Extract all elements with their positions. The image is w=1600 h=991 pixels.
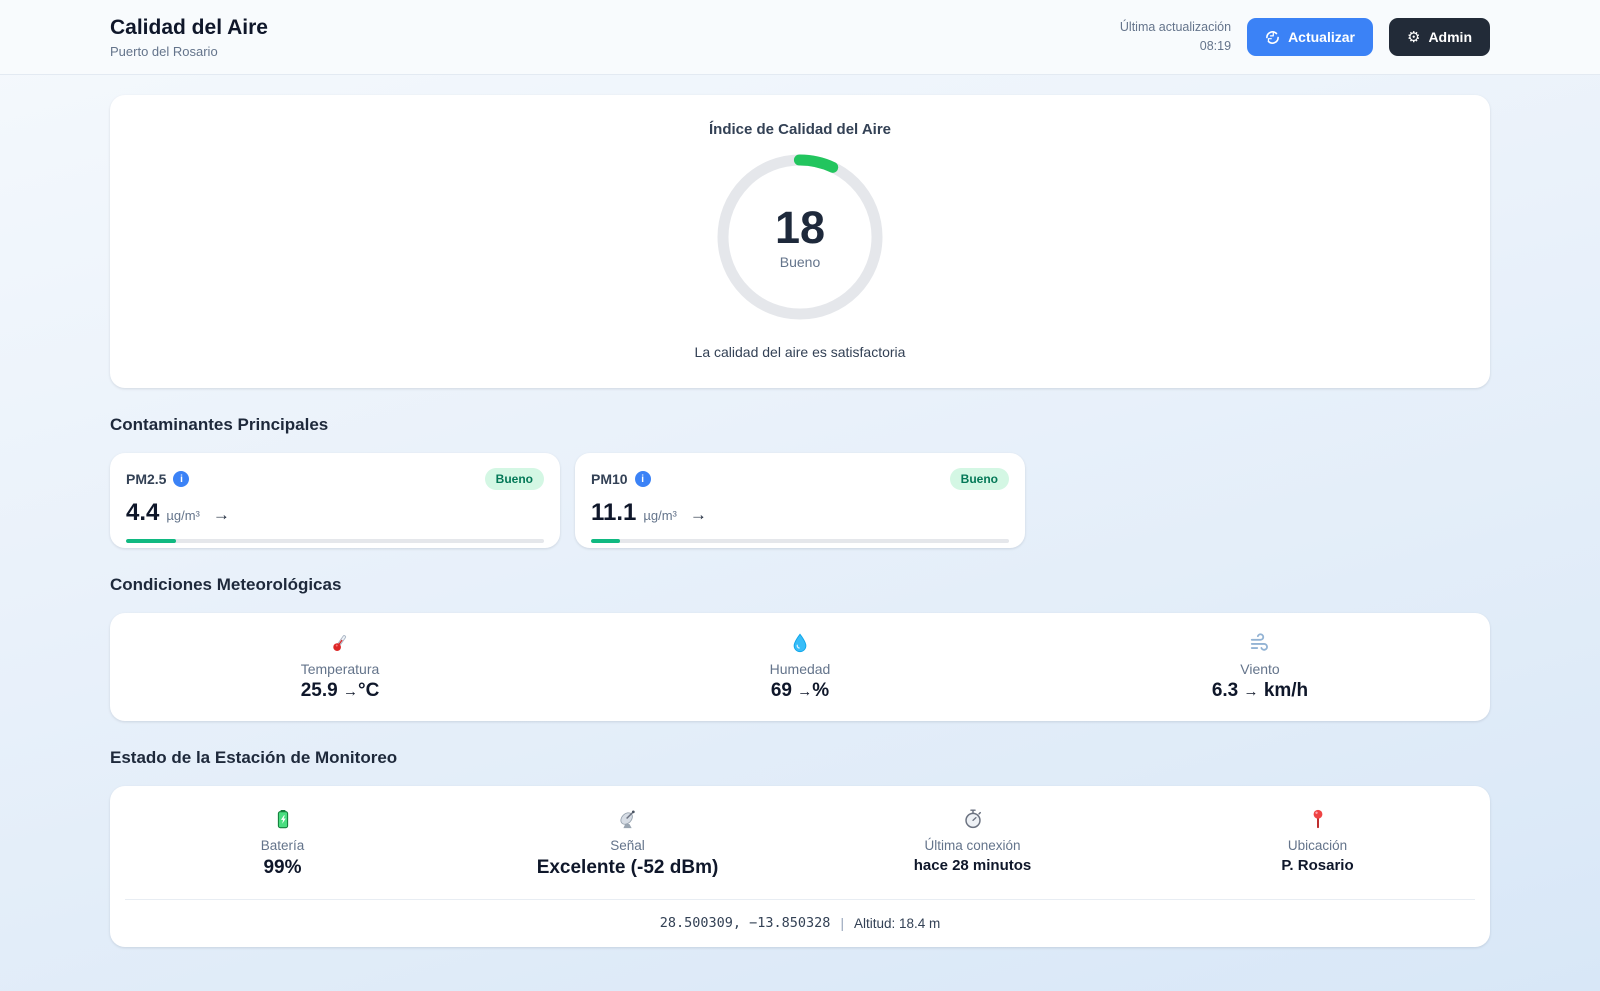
station-label: Señal	[455, 838, 800, 853]
status-badge: Bueno	[950, 468, 1009, 490]
pollutant-unit: µg/m³	[166, 508, 200, 523]
refresh-button-label: Actualizar	[1288, 29, 1355, 45]
status-badge: Bueno	[485, 468, 544, 490]
weather-card: Temperatura 25.9 →°C Humedad 69 →%	[110, 613, 1490, 721]
droplet-icon	[570, 632, 1030, 656]
satellite-icon	[455, 808, 800, 832]
section-title-station: Estado de la Estación de Monitoreo	[110, 748, 1490, 768]
station-label: Ubicación	[1145, 838, 1490, 853]
pollutant-progress-fill	[591, 539, 620, 543]
station-coordinates: 28.500309, −13.850328 | Altitud: 18.4 m	[110, 900, 1490, 947]
pollutant-card-pm10[interactable]: PM10 i Bueno 11.1 µg/m³ →	[575, 453, 1025, 548]
trend-arrow-icon: →	[343, 683, 358, 700]
station-value: Excelente (-52 dBm)	[455, 857, 800, 879]
last-update-time: 08:19	[1120, 37, 1231, 56]
battery-icon	[110, 808, 455, 832]
aqi-category: Bueno	[780, 254, 820, 270]
station-item-battery: Batería 99%	[110, 808, 455, 879]
trend-arrow-icon: →	[690, 505, 707, 525]
refresh-icon	[1265, 30, 1280, 45]
thermometer-icon	[110, 632, 570, 656]
weather-item-temperature: Temperatura 25.9 →°C	[110, 632, 570, 702]
weather-value: 6.3 → km/h	[1030, 680, 1490, 702]
pollutant-progress-fill	[126, 539, 176, 543]
aqi-card: Índice de Calidad del Aire 18 Bueno La c…	[110, 95, 1490, 388]
station-value: P. Rosario	[1145, 857, 1490, 874]
admin-button-label: Admin	[1428, 29, 1472, 45]
weather-label: Temperatura	[110, 661, 570, 677]
pollutant-name: PM2.5	[126, 471, 166, 487]
trend-arrow-icon: →	[213, 505, 230, 525]
coordinates-separator: |	[840, 916, 844, 931]
info-icon[interactable]: i	[173, 471, 189, 487]
pollutant-progress-track	[591, 539, 1009, 543]
weather-item-wind: Viento 6.3 → km/h	[1030, 632, 1490, 702]
station-value: 99%	[110, 857, 455, 879]
coordinates-value: 28.500309, −13.850328	[660, 915, 831, 931]
app-header: Calidad del Aire Puerto del Rosario Últi…	[0, 0, 1600, 75]
weather-item-humidity: Humedad 69 →%	[570, 632, 1030, 702]
page-title: Calidad del Aire	[110, 15, 268, 41]
station-item-location: Ubicación P. Rosario	[1145, 808, 1490, 879]
pollutant-name: PM10	[591, 471, 628, 487]
gear-icon: ⚙	[1407, 30, 1420, 45]
pollutant-unit: µg/m³	[643, 508, 677, 523]
trend-arrow-icon: →	[797, 683, 812, 700]
pollutant-value: 4.4	[126, 499, 159, 527]
weather-label: Viento	[1030, 661, 1490, 677]
aqi-value: 18	[775, 204, 825, 251]
station-label: Batería	[110, 838, 455, 853]
stopwatch-icon	[800, 808, 1145, 832]
station-card: Batería 99% Señal Excelente (-52 dBm)	[110, 786, 1490, 947]
station-item-last-connection: Última conexión hace 28 minutos	[800, 808, 1145, 879]
page-subtitle: Puerto del Rosario	[110, 44, 268, 59]
header-titles: Calidad del Aire Puerto del Rosario	[110, 15, 268, 58]
last-update-label: Última actualización	[1120, 18, 1231, 37]
aqi-gauge: 18 Bueno	[715, 152, 885, 322]
pollutant-progress-track	[126, 539, 544, 543]
admin-button[interactable]: ⚙ Admin	[1389, 18, 1490, 56]
station-value: hace 28 minutos	[800, 857, 1145, 874]
pollutant-value: 11.1	[591, 499, 636, 527]
refresh-button[interactable]: Actualizar	[1247, 18, 1373, 56]
station-label: Última conexión	[800, 838, 1145, 853]
wind-icon	[1030, 632, 1490, 656]
pollutant-grid: PM2.5 i Bueno 4.4 µg/m³ → PM10 i Bueno	[110, 453, 1490, 548]
weather-label: Humedad	[570, 661, 1030, 677]
weather-value: 25.9 →°C	[110, 680, 570, 702]
aqi-description: La calidad del aire es satisfactoria	[695, 344, 906, 360]
pollutant-card-pm25[interactable]: PM2.5 i Bueno 4.4 µg/m³ →	[110, 453, 560, 548]
section-title-pollutants: Contaminantes Principales	[110, 415, 1490, 435]
altitude-value: Altitud: 18.4 m	[854, 916, 940, 931]
info-icon[interactable]: i	[635, 471, 651, 487]
trend-arrow-icon: →	[1244, 683, 1259, 700]
weather-value: 69 →%	[570, 680, 1030, 702]
pin-icon	[1145, 808, 1490, 832]
last-update: Última actualización 08:19	[1120, 18, 1231, 56]
aqi-title: Índice de Calidad del Aire	[709, 121, 891, 138]
station-item-signal: Señal Excelente (-52 dBm)	[455, 808, 800, 879]
section-title-weather: Condiciones Meteorológicas	[110, 575, 1490, 595]
